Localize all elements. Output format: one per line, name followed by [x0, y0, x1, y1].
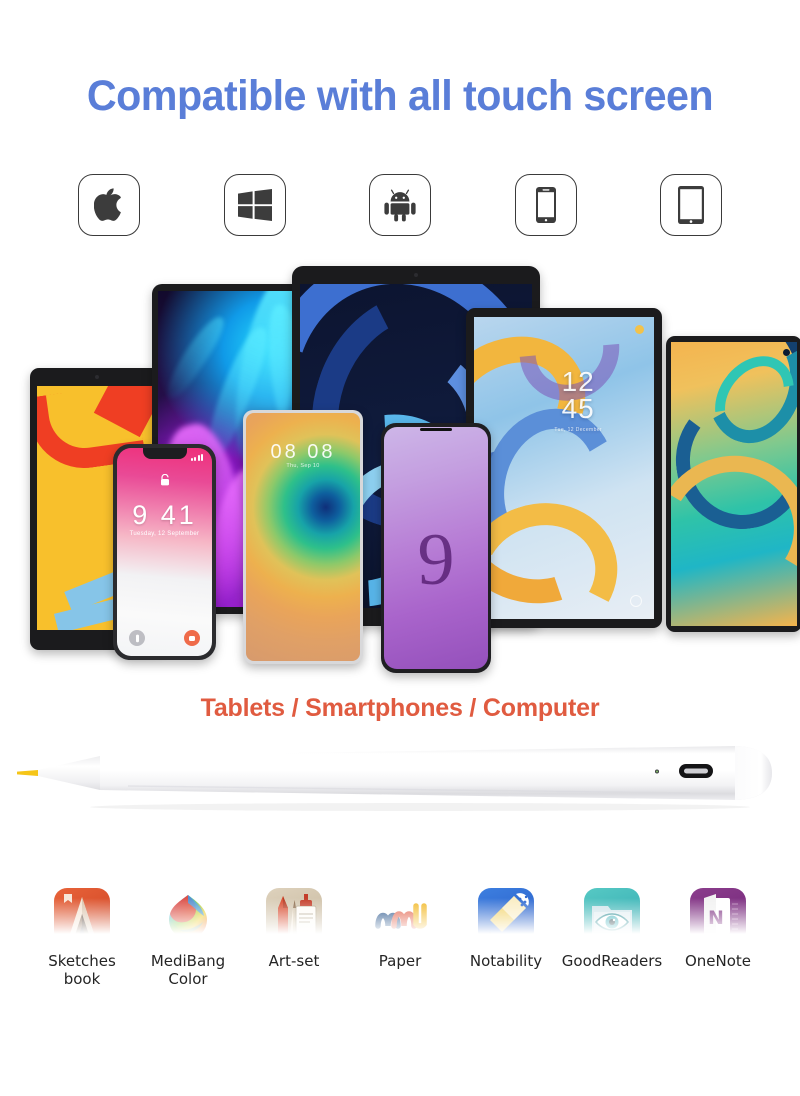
- os-badge-windows: [223, 174, 286, 236]
- pen-cone: [38, 756, 100, 790]
- app-label: GoodReaders: [561, 952, 663, 970]
- smartphone-icon: [535, 186, 557, 224]
- screen-huawei-mate30: 08 08 Thu, Sep 10: [246, 413, 360, 661]
- signal-icon: [190, 454, 203, 461]
- earpiece-speaker: [420, 428, 452, 431]
- lockscreen-clock: 9 41: [132, 500, 197, 530]
- os-badge-smartphone: [514, 174, 577, 236]
- camera-button[interactable]: [184, 630, 200, 646]
- lockscreen-date: Thu, Sep 10: [286, 463, 320, 469]
- front-camera-dot: [783, 349, 790, 356]
- pen-cap: [735, 746, 772, 800]
- screen-iphone-x: 9 41 Tuesday, 12 September: [117, 448, 212, 656]
- clock-minutes: 45: [561, 392, 595, 424]
- os-badge-tablet: [660, 174, 722, 236]
- lock-icon: [160, 474, 169, 486]
- screen-galaxy-tab: 12 45 Tue, 12 December: [474, 317, 654, 619]
- flashlight-button[interactable]: [129, 630, 145, 646]
- os-compatibility-row: [78, 168, 722, 242]
- home-indicator: [630, 595, 642, 607]
- screen-huawei-matepad: [671, 342, 797, 626]
- pen-tip: [17, 770, 38, 776]
- screen-galaxy-s9: 9: [384, 427, 488, 669]
- apple-icon: [94, 188, 124, 222]
- app-label: Paper: [378, 952, 422, 970]
- app-label: OneNote: [684, 952, 752, 970]
- android-icon: [383, 188, 417, 222]
- device-iphone-x: 9 41 Tuesday, 12 September: [113, 444, 216, 660]
- device-galaxy-tab: 12 45 Tue, 12 December: [466, 308, 662, 628]
- os-badge-apple: [78, 174, 140, 236]
- device-galaxy-s9: 9: [381, 423, 491, 673]
- app-label: Sketches book: [48, 952, 116, 988]
- clock-date: Tue, 12 December: [554, 426, 602, 433]
- pen-barrel: [100, 746, 772, 800]
- app-label: MediBang Color: [150, 952, 226, 988]
- front-camera-dot: [414, 273, 418, 277]
- windows-icon: [237, 189, 272, 221]
- app-label: Notability: [469, 952, 543, 970]
- ground-reflection: [0, 898, 800, 944]
- lockscreen-clock: 08 08: [270, 441, 336, 463]
- device-huawei-matepad: [666, 336, 800, 632]
- screen-numeral: 9: [417, 519, 455, 601]
- stylus-pen: [0, 728, 800, 818]
- status-bar: [635, 325, 644, 334]
- app-label: Art-set: [268, 952, 320, 970]
- front-camera-dot: [95, 375, 99, 379]
- battery-icon: [635, 325, 644, 334]
- lockscreen-date: Tuesday, 12 September: [129, 531, 200, 537]
- os-badge-android: [369, 174, 431, 236]
- device-showcase: 12 45 Tue, 12 December 9 41 Tuesday, 12 …: [0, 258, 800, 944]
- device-huawei-mate30: 08 08 Thu, Sep 10: [243, 410, 363, 664]
- device-categories-label: Tablets / Smartphones / Computer: [200, 694, 600, 722]
- clock-hours: 12: [561, 366, 595, 397]
- page-title: Compatible with all touch screen: [86, 72, 714, 120]
- lockscreen-clock: 12 45 Tue, 12 December: [554, 366, 602, 433]
- tablet-icon: [677, 185, 705, 225]
- notch: [142, 448, 187, 459]
